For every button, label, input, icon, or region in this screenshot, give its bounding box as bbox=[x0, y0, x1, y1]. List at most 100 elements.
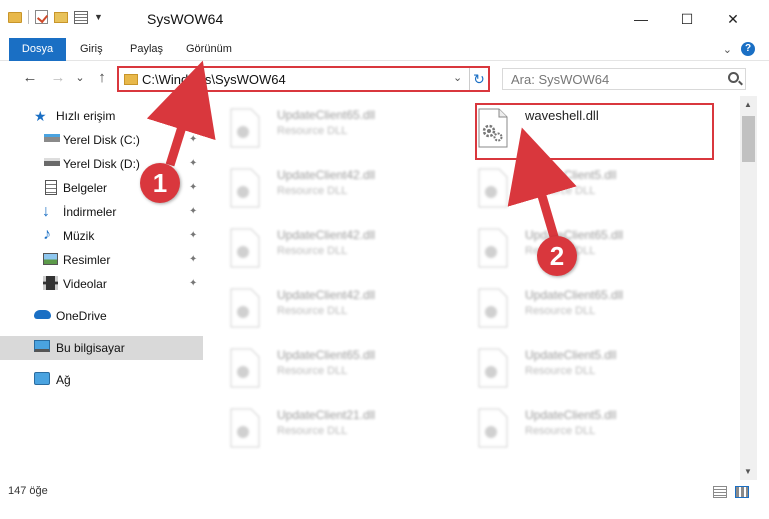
properties-icon[interactable] bbox=[74, 10, 88, 24]
address-path[interactable]: C:\Windows\SysWOW64 bbox=[142, 72, 286, 87]
file-name: UpdateClient21.dll bbox=[277, 408, 376, 422]
tab-home[interactable]: Giriş bbox=[80, 38, 103, 61]
up-button[interactable]: ↑ bbox=[92, 68, 112, 88]
dll-file-icon bbox=[478, 408, 508, 448]
list-item[interactable]: UpdateClient65.dll Resource DLL bbox=[455, 280, 685, 336]
tab-file[interactable]: Dosya bbox=[9, 38, 66, 61]
sidebar-item-label: Müzik bbox=[63, 229, 95, 243]
list-item[interactable]: UpdateClient42.dll Resource DLL bbox=[207, 220, 437, 276]
refresh-button[interactable]: ↻ bbox=[469, 68, 488, 90]
sidebar-item-onedrive[interactable]: OneDrive bbox=[0, 304, 203, 328]
drive-icon bbox=[44, 134, 60, 142]
dll-file-icon bbox=[230, 108, 260, 148]
folder-icon bbox=[8, 11, 22, 23]
scroll-up-icon[interactable]: ▲ bbox=[744, 100, 752, 109]
sidebar-item-this-pc[interactable]: Bu bilgisayar bbox=[0, 336, 203, 360]
toolbar-divider bbox=[28, 10, 29, 24]
file-type: Resource DLL bbox=[525, 305, 596, 317]
file-type: Resource DLL bbox=[525, 425, 596, 437]
address-dropdown-chevron-icon[interactable]: ⌄ bbox=[453, 71, 462, 84]
pin-icon[interactable]: ✦ bbox=[189, 134, 197, 145]
list-item[interactable]: UpdateClient42.dll Resource DLL bbox=[207, 280, 437, 336]
sidebar-item-label: Yerel Disk (C:) bbox=[63, 133, 140, 147]
sidebar-item-label: Videolar bbox=[63, 277, 107, 291]
file-type: Resource DLL bbox=[525, 185, 596, 197]
file-type: Resource DLL bbox=[277, 305, 348, 317]
dll-file-icon bbox=[230, 228, 260, 268]
customize-toolbar-chevron-icon[interactable]: ▼ bbox=[94, 12, 103, 22]
pin-icon[interactable]: ✦ bbox=[189, 158, 197, 169]
file-type: Resource DLL bbox=[277, 245, 348, 257]
sidebar-item-label: Resimler bbox=[63, 253, 111, 267]
recent-locations-chevron-icon[interactable]: ⌄ bbox=[70, 68, 90, 88]
file-type: Resource DLL bbox=[277, 365, 348, 377]
navigation-bar: ← → ⌄ ↑ C:\Windows\SysWOW64 ⌄ ↻ Ara: Sys… bbox=[0, 62, 769, 94]
help-icon[interactable]: ? bbox=[741, 42, 755, 56]
sidebar-item-label: Bu bilgisayar bbox=[56, 341, 125, 355]
pin-icon[interactable]: ✦ bbox=[189, 230, 197, 241]
pin-icon[interactable]: ✦ bbox=[189, 182, 197, 193]
list-item[interactable]: UpdateClient42.dll Resource DLL bbox=[207, 160, 437, 216]
sidebar-item-label: Ağ bbox=[56, 373, 71, 387]
sidebar-item-network[interactable]: Ağ bbox=[0, 368, 203, 392]
file-name: UpdateClient65.dll bbox=[525, 288, 624, 302]
search-icon[interactable] bbox=[728, 72, 739, 83]
forward-button[interactable]: → bbox=[48, 68, 68, 88]
file-highlight-box bbox=[475, 103, 714, 160]
sidebar-item-quick-access[interactable]: ★ Hızlı erişim bbox=[0, 104, 203, 128]
computer-icon bbox=[34, 340, 50, 352]
address-bar[interactable]: C:\Windows\SysWOW64 ⌄ ↻ bbox=[117, 66, 490, 92]
ribbon-tabs: Dosya Giriş Paylaş Görünüm ⌄ ? bbox=[0, 38, 769, 61]
properties-check-icon[interactable] bbox=[35, 10, 48, 24]
sidebar-item-pictures[interactable]: Resimler ✦ bbox=[0, 248, 203, 272]
minimize-button[interactable]: — bbox=[618, 0, 664, 38]
sidebar-item-label: Hızlı erişim bbox=[56, 109, 116, 123]
vertical-scrollbar[interactable]: ▲ ▼ bbox=[740, 96, 757, 480]
ribbon-expand-chevron-icon[interactable]: ⌄ bbox=[723, 43, 732, 56]
scroll-down-icon[interactable]: ▼ bbox=[744, 467, 752, 476]
list-item[interactable]: UpdateClient5.dll Resource DLL bbox=[455, 400, 685, 456]
list-item[interactable]: UpdateClient21.dll Resource DLL bbox=[207, 400, 437, 456]
dll-file-icon bbox=[478, 288, 508, 328]
file-type: Resource DLL bbox=[277, 425, 348, 437]
tab-share[interactable]: Paylaş bbox=[130, 38, 163, 61]
sidebar-item-music[interactable]: ♪ Müzik ✦ bbox=[0, 224, 203, 248]
dll-file-icon bbox=[478, 228, 508, 268]
file-name: UpdateClient5.dll bbox=[525, 168, 617, 182]
list-item[interactable]: UpdateClient5.dll Resource DLL bbox=[455, 340, 685, 396]
network-icon bbox=[34, 372, 50, 385]
search-placeholder: Ara: SysWOW64 bbox=[511, 72, 610, 87]
file-name: UpdateClient65.dll bbox=[525, 228, 624, 242]
list-item[interactable]: UpdateClient65.dll Resource DLL bbox=[207, 100, 437, 156]
maximize-button[interactable]: ☐ bbox=[664, 0, 710, 38]
sidebar-item-local-disk-c[interactable]: Yerel Disk (C:) ✦ bbox=[0, 128, 203, 152]
file-name: UpdateClient5.dll bbox=[525, 408, 617, 422]
cloud-icon bbox=[34, 310, 51, 319]
star-icon: ★ bbox=[34, 108, 47, 124]
details-view-icon[interactable] bbox=[713, 486, 727, 498]
drive-icon bbox=[44, 158, 60, 166]
pin-icon[interactable]: ✦ bbox=[189, 206, 197, 217]
window-title: SysWOW64 bbox=[147, 11, 224, 27]
sidebar-item-downloads[interactable]: ↓ İndirmeler ✦ bbox=[0, 200, 203, 224]
sidebar-item-label: Yerel Disk (D:) bbox=[63, 157, 140, 171]
back-button[interactable]: ← bbox=[20, 68, 40, 88]
scrollbar-thumb[interactable] bbox=[742, 116, 755, 162]
pin-icon[interactable]: ✦ bbox=[189, 278, 197, 289]
sidebar-item-videos[interactable]: Videolar ✦ bbox=[0, 272, 203, 296]
tab-view[interactable]: Görünüm bbox=[186, 38, 232, 61]
callout-2: 2 bbox=[537, 236, 577, 276]
list-item[interactable]: UpdateClient5.dll Resource DLL bbox=[455, 160, 685, 216]
large-icons-view-icon[interactable] bbox=[735, 486, 749, 498]
close-button[interactable]: ✕ bbox=[710, 0, 756, 38]
folder-icon bbox=[124, 74, 138, 85]
list-item[interactable]: UpdateClient65.dll Resource DLL bbox=[207, 340, 437, 396]
callout-1: 1 bbox=[140, 163, 180, 203]
dll-file-icon bbox=[478, 168, 508, 208]
pin-icon[interactable]: ✦ bbox=[189, 254, 197, 265]
music-icon: ♪ bbox=[43, 226, 51, 243]
search-input[interactable]: Ara: SysWOW64 bbox=[502, 68, 746, 90]
dll-file-icon bbox=[230, 348, 260, 388]
new-folder-icon[interactable] bbox=[54, 11, 68, 23]
file-type: Resource DLL bbox=[525, 365, 596, 377]
